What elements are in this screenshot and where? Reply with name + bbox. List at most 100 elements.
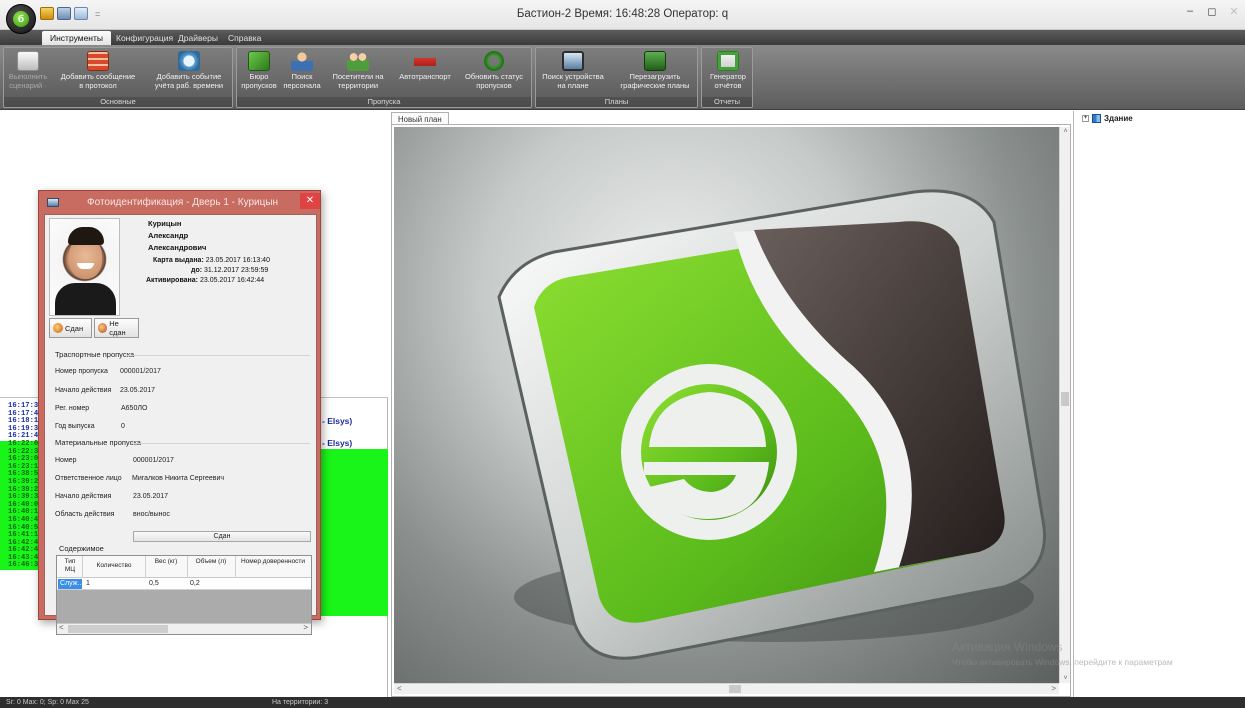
card-activated: Активирована: 23.05.2017 16:42:44 xyxy=(146,277,265,284)
table-cell[interactable]: 1 xyxy=(86,579,90,589)
person-surname: Курицын xyxy=(148,219,182,228)
personnel-search-button[interactable]: Поиск персонала xyxy=(281,51,323,90)
returned-button[interactable]: Сдан xyxy=(49,318,92,338)
run-script-button[interactable]: Выполнить сценарий · xyxy=(6,51,50,90)
table-row[interactable]: Служ... 1 0,5 0,2 xyxy=(57,578,311,590)
material-section-title: Материальные пропуска xyxy=(55,438,141,447)
plan-canvas[interactable] xyxy=(394,127,1059,683)
table-cell[interactable]: 0,2 xyxy=(190,579,200,589)
tree-node-building[interactable]: + Здание xyxy=(1082,114,1133,123)
tree-node-label: Здание xyxy=(1104,114,1133,123)
tab-drivers[interactable]: Драйверы xyxy=(170,31,226,45)
table-cell[interactable]: Служ... xyxy=(58,579,83,589)
transport-start-date: 23.05.2017 xyxy=(120,387,156,394)
column-header[interactable]: Количество xyxy=(84,562,144,570)
not-returned-button[interactable]: Не сдан xyxy=(94,318,139,338)
scroll-right-arrow-icon[interactable]: > xyxy=(303,623,308,632)
car-icon xyxy=(414,51,436,71)
status-on-territory: На территории: 3 xyxy=(272,699,329,706)
refresh-pass-status-button[interactable]: Обновить статус пропусков xyxy=(459,51,529,90)
building-icon xyxy=(1092,114,1101,123)
transport-section-title: Траспортные пропуска xyxy=(55,350,135,359)
monitor-icon xyxy=(562,51,584,71)
contents-grid[interactable]: Тип МЦ Количество Вес (кг) Объем (л) Ном… xyxy=(56,555,312,635)
windows-activation-watermark: Активация Windows xyxy=(952,640,1063,654)
tree-expand-icon[interactable]: + xyxy=(1082,115,1089,122)
card-valid-until: до: 31.12.2017 23:59:59 xyxy=(191,267,269,274)
scroll-right-arrow-icon[interactable]: > xyxy=(1051,684,1056,693)
contents-section-title: Содержимое xyxy=(59,544,104,553)
report-generator-button[interactable]: Генератор отчётов xyxy=(704,51,752,90)
table-cell[interactable]: 0,5 xyxy=(149,579,159,589)
protocol-icon xyxy=(87,51,109,71)
window-controls: – ◻ ✕ xyxy=(1179,0,1245,22)
dialog-body: Курицын Александр Александрович Карта вы… xyxy=(44,214,317,635)
close-button[interactable]: ✕ xyxy=(1223,0,1245,22)
dialog-title: Фотоидентификация - Дверь 1 - Курицын xyxy=(87,197,279,208)
vehicle-year: 0 xyxy=(121,423,125,430)
ribbon-group-passes: Бюро пропусков Поиск персонала Посетител… xyxy=(236,47,532,108)
scroll-thumb[interactable] xyxy=(1061,392,1069,406)
dialog-close-button[interactable]: ✕ xyxy=(300,193,320,209)
person-photo xyxy=(49,218,120,316)
bastion-logo-icon: б xyxy=(13,11,29,27)
person-search-icon xyxy=(291,51,313,71)
responsible-person: Мигалков Никита Сергеевич xyxy=(132,475,225,482)
status-counters: Sr: 0 Max: 0; Sp: 0 Max 25 xyxy=(6,699,89,706)
script-icon xyxy=(17,51,39,71)
scroll-thumb[interactable] xyxy=(729,685,741,693)
object-tree-panel: + Здание xyxy=(1073,111,1245,697)
dialog-title-bar[interactable]: Фотоидентификация - Дверь 1 - Курицын ✕ xyxy=(39,191,322,214)
pass-bureau-icon xyxy=(248,51,270,71)
visitors-icon xyxy=(347,51,369,71)
clock-icon xyxy=(178,51,200,71)
scroll-left-arrow-icon[interactable]: < xyxy=(59,623,64,632)
column-header[interactable]: Тип МЦ xyxy=(59,558,81,573)
add-protocol-message-button[interactable]: Добавить сообщение в протокол xyxy=(54,51,142,90)
material-start-date: 23.05.2017 xyxy=(133,493,169,500)
material-status-field: Сдан xyxy=(133,531,311,542)
scroll-up-arrow-icon[interactable]: ˄ xyxy=(1060,128,1071,135)
plan-view[interactable]: ˄ ˅ < > xyxy=(391,124,1071,697)
pass-bureau-button[interactable]: Бюро пропусков xyxy=(239,51,279,90)
transport-pass-number: 000001/2017 xyxy=(120,368,161,375)
report-icon xyxy=(717,51,739,71)
scroll-left-arrow-icon[interactable]: < xyxy=(397,684,402,693)
restore-button[interactable]: ◻ xyxy=(1201,0,1223,22)
reload-graphic-plans-button[interactable]: Перезагрузить графические планы xyxy=(614,51,696,90)
material-scope: внос/вынос xyxy=(133,511,170,518)
tab-help[interactable]: Справка xyxy=(220,31,269,45)
event-time[interactable]: 16:46:37 xyxy=(0,562,43,571)
scroll-down-arrow-icon[interactable]: ˅ xyxy=(1060,675,1071,682)
event-log-text: - Elsys) xyxy=(322,416,353,426)
ribbon: Выполнить сценарий · Добавить сообщение … xyxy=(0,45,1245,110)
vehicles-button[interactable]: Автотранспорт xyxy=(395,51,455,82)
dialog-app-icon xyxy=(47,198,59,207)
title-bar: б = Бастион-2 Время: 16:48:28 Оператор: … xyxy=(0,0,1245,34)
plan-horizontal-scrollbar[interactable]: < > xyxy=(394,683,1059,694)
ribbon-group-reports: Генератор отчётов Отчеты xyxy=(701,47,753,108)
reload-icon xyxy=(644,51,666,71)
column-header[interactable]: Номер доверенности xyxy=(237,558,309,566)
contents-grid-scrollbar[interactable]: < > xyxy=(57,623,311,634)
card-issued: Карта выдана: 23.05.2017 16:13:40 xyxy=(153,257,270,264)
person-name: Александр xyxy=(148,231,189,240)
photo-identification-dialog: Фотоидентификация - Дверь 1 - Курицын ✕ … xyxy=(38,190,322,635)
tab-tools[interactable]: Инструменты xyxy=(42,31,112,45)
event-log-text: - Elsys) xyxy=(322,438,353,448)
ribbon-group-plans: Поиск устройства на плане Перезагрузить … xyxy=(535,47,698,108)
scroll-thumb[interactable] xyxy=(68,625,168,633)
elsys-logo-icon xyxy=(497,189,1046,660)
column-header[interactable]: Объем (л) xyxy=(189,558,233,566)
application-menu-button[interactable]: б xyxy=(6,4,36,34)
column-header[interactable]: Вес (кг) xyxy=(147,558,185,566)
plan-vertical-scrollbar[interactable]: ˄ ˅ xyxy=(1059,127,1070,683)
add-worktime-event-button[interactable]: Добавить событие учёта раб. времени xyxy=(146,51,232,90)
not-returned-icon xyxy=(98,323,108,333)
minimize-button[interactable]: – xyxy=(1179,0,1201,22)
find-device-on-plan-button[interactable]: Поиск устройства на плане xyxy=(538,51,608,90)
vehicle-reg-number: А650ЛО xyxy=(121,405,148,412)
visitors-on-territory-button[interactable]: Посетители на территории xyxy=(325,51,391,90)
returned-icon xyxy=(53,323,63,333)
event-time-list: 16:17:39 16:17:40 16:18:13 16:19:34 16:21:40… xyxy=(0,402,43,571)
